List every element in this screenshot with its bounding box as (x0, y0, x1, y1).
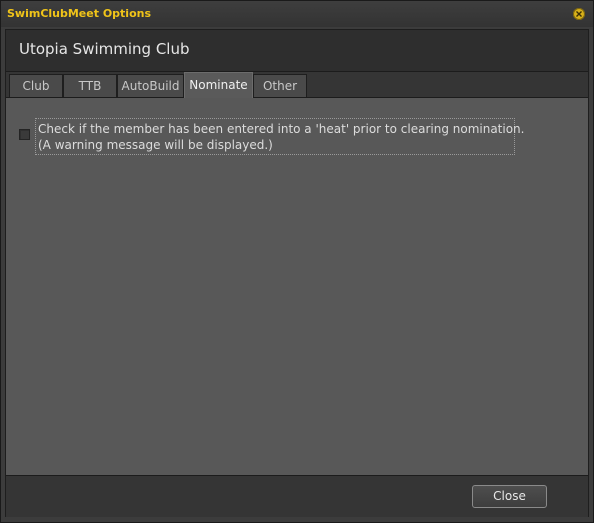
heat-warning-label[interactable]: Check if the member has been entered int… (35, 118, 525, 155)
header-panel: Utopia Swimming Club (6, 30, 588, 72)
tab-ttb[interactable]: TTB (63, 74, 117, 97)
footer-panel: Close (6, 475, 588, 517)
close-button[interactable]: Close (472, 485, 547, 508)
window-close-button[interactable] (573, 8, 585, 20)
tab-other[interactable]: Other (253, 74, 307, 97)
club-name: Utopia Swimming Club (19, 40, 190, 58)
window-title: SwimClubMeet Options (7, 7, 152, 20)
tab-autobuild[interactable]: AutoBuild (117, 74, 184, 97)
title-bar[interactable]: SwimClubMeet Options (1, 1, 593, 27)
heat-warning-label-line1: Check if the member has been entered int… (38, 122, 525, 136)
close-x-icon (576, 11, 582, 17)
heat-warning-checkbox[interactable] (19, 129, 30, 140)
tab-nominate[interactable]: Nominate (184, 72, 253, 98)
nominate-panel: Check if the member has been entered int… (6, 98, 588, 474)
tab-club[interactable]: Club (9, 74, 63, 97)
dialog-body: Utopia Swimming Club Club TTB AutoBuild … (5, 29, 589, 517)
heat-warning-label-line2: (A warning message will be displayed.) (38, 138, 273, 152)
tab-strip: Club TTB AutoBuild Nominate Other (6, 72, 588, 98)
options-window: SwimClubMeet Options Utopia Swimming Clu… (0, 0, 594, 523)
